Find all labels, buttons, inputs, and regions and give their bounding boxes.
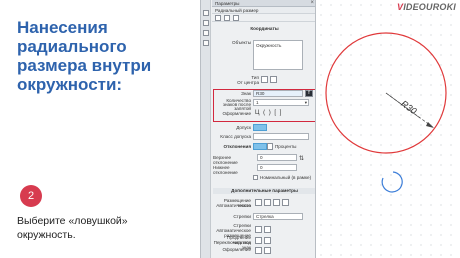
objects-label: Объекты bbox=[232, 40, 251, 45]
section-extra-params[interactable]: Дополнительные параметры bbox=[213, 188, 315, 194]
from-center-label: От центра bbox=[237, 80, 259, 85]
cursor-trap-icon bbox=[381, 171, 403, 193]
tolerance-class-select[interactable] bbox=[253, 133, 309, 140]
text-edit-button[interactable]: f bbox=[305, 90, 313, 97]
tool-icon[interactable] bbox=[203, 40, 209, 46]
leader-option-icon[interactable] bbox=[255, 237, 262, 244]
tolerance-class-label: Класс допуска bbox=[220, 134, 251, 139]
nominal-label: Номинальный (в рамке) bbox=[260, 175, 312, 180]
arrows-value: Стрелка bbox=[256, 214, 274, 219]
arrow-option-icon[interactable] bbox=[264, 226, 271, 233]
drawing-canvas[interactable]: R30 bbox=[316, 0, 460, 258]
tolerance-label: Допуск bbox=[236, 125, 251, 130]
landing-option-icon[interactable] bbox=[255, 247, 262, 254]
nominal-checkbox[interactable] bbox=[253, 175, 258, 180]
auto-label: Автоматическое bbox=[216, 203, 251, 208]
chevron-down-icon: ▾ bbox=[304, 100, 307, 105]
upper-deviation-field[interactable]: 0 bbox=[257, 154, 297, 161]
landing-option-icon[interactable] bbox=[264, 247, 271, 254]
cancel-icon[interactable] bbox=[224, 15, 230, 21]
drawing-svg: R30 bbox=[325, 32, 447, 193]
landing-label: Оформление bbox=[222, 247, 251, 252]
arrow-option-icon[interactable] bbox=[255, 226, 262, 233]
logo-text: IDEOUROKI bbox=[403, 2, 457, 12]
objects-value: Окружность bbox=[256, 43, 282, 48]
design-label: Оформление bbox=[222, 111, 251, 116]
percent-toggle[interactable] bbox=[267, 143, 273, 150]
tool-icon[interactable] bbox=[203, 10, 209, 16]
objects-list[interactable]: Окружность bbox=[253, 40, 303, 70]
diameter-type-icon[interactable] bbox=[270, 76, 277, 83]
panel-header: Параметры × bbox=[212, 0, 315, 7]
logo: VIDEOUROKI bbox=[397, 2, 456, 12]
help-icon[interactable] bbox=[233, 15, 239, 21]
placement-icon[interactable] bbox=[264, 199, 271, 206]
parameters-panel: Параметры × Радиальный размер Координаты… bbox=[200, 0, 316, 258]
design-symbols[interactable]: Ц ( ) [ ] bbox=[255, 110, 282, 116]
swap-icon[interactable]: ⇅ bbox=[299, 155, 304, 162]
section-coordinates[interactable]: Координаты bbox=[213, 26, 315, 32]
dimension-text-field[interactable]: R30 bbox=[253, 90, 303, 97]
text-label: Знак bbox=[241, 91, 251, 96]
lower-deviation-label: Нижнее отклонение bbox=[213, 165, 238, 175]
dimension-text: R30 bbox=[399, 98, 418, 116]
lower-deviation-field[interactable]: 0 bbox=[257, 164, 297, 171]
slide-panel: Нанесения радиального размера внутри окр… bbox=[0, 0, 200, 258]
panel-title: Параметры bbox=[215, 1, 240, 6]
precision-value: 1 bbox=[256, 100, 259, 105]
tolerance-toggle[interactable] bbox=[253, 124, 267, 131]
precision-label: Количество знаков после запятой bbox=[222, 98, 251, 111]
percent-label: Проценты bbox=[275, 144, 297, 149]
deviations-label: Отклонения bbox=[223, 144, 251, 149]
placement-icon[interactable] bbox=[282, 199, 289, 206]
panel-subheader: Радиальный размер bbox=[212, 7, 315, 14]
placement-icon[interactable] bbox=[273, 199, 280, 206]
placement-icon[interactable] bbox=[255, 199, 262, 206]
step-instruction: Выберите «ловушкой» окружность. bbox=[17, 215, 128, 241]
leader-option-icon[interactable] bbox=[264, 237, 271, 244]
vertical-toolbar bbox=[201, 0, 211, 258]
close-icon[interactable]: × bbox=[310, 0, 314, 6]
tool-icon[interactable] bbox=[203, 30, 209, 36]
upper-deviation-label: Верхнее отклонение bbox=[213, 155, 238, 165]
panel-toolbar bbox=[212, 14, 315, 22]
ok-icon[interactable] bbox=[215, 15, 221, 21]
arrows-select[interactable]: Стрелка bbox=[253, 213, 303, 220]
tool-icon[interactable] bbox=[203, 20, 209, 26]
radius-type-icon[interactable] bbox=[261, 76, 268, 83]
command-name: Радиальный размер bbox=[215, 8, 259, 13]
slide-title: Нанесения радиального размера внутри окр… bbox=[17, 18, 152, 94]
arrows-label: Стрелки bbox=[233, 214, 251, 219]
step-badge: 2 bbox=[20, 185, 42, 207]
precision-select[interactable]: 1 ▾ bbox=[253, 99, 309, 106]
deviations-toggle[interactable] bbox=[253, 143, 267, 150]
